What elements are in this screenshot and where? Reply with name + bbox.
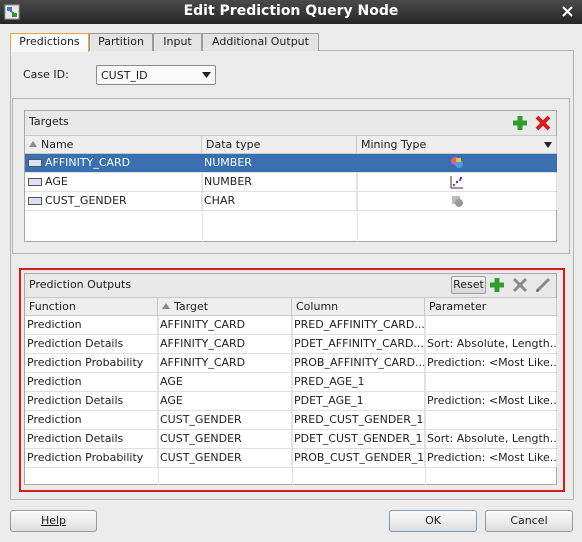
target-data-type: NUMBER [202,173,357,191]
output-target: AGE [158,373,292,391]
targets-panel: Targets Name Data type Mining Type AFFIN… [24,110,557,242]
col-parameter[interactable]: Parameter [425,298,557,316]
add-target-icon[interactable] [511,114,529,132]
target-data-type: CHAR [202,192,357,210]
target-mining-type [357,192,557,210]
target-name: AGE [45,175,68,188]
categorical-icon [452,196,463,207]
output-column: PROB_AFFINITY_CARD... [292,354,425,372]
output-function: Prediction [25,373,158,391]
output-target: CUST_GENDER [158,430,292,448]
output-target: AGE [158,392,292,410]
col-name[interactable]: Name [25,136,202,154]
tab-partition[interactable]: Partition [89,33,153,51]
output-parameter [425,373,557,391]
classification-icon [451,157,463,168]
outputs-column-header: Function Target Column Parameter [25,297,557,316]
col-column[interactable]: Column [292,298,425,316]
output-target: AFFINITY_CARD [158,335,292,353]
output-parameter: Sort: Absolute, Length... [425,430,557,448]
prediction-outputs-title: Prediction Outputs [29,278,132,291]
output-parameter: Prediction: <Most Like... [425,392,557,410]
output-column: PROB_CUST_GENDER_1 [292,449,425,467]
delete-output-icon[interactable] [511,276,529,294]
case-id-label: Case ID: [23,68,69,81]
help-button[interactable]: Help [10,510,97,532]
target-mining-type [357,154,557,172]
output-target: CUST_GENDER [158,411,292,429]
output-function: Prediction Probability [25,354,158,372]
output-column: PRED_AFFINITY_CARD... [292,316,425,334]
target-row[interactable]: CUST_GENDER CHAR [25,192,557,211]
tab-additional-output[interactable]: Additional Output [202,33,319,51]
add-output-icon[interactable] [488,276,506,294]
output-column: PDET_CUST_GENDER_1 [292,430,425,448]
col-data-type[interactable]: Data type [202,136,357,154]
output-function: Prediction [25,316,158,334]
cancel-button[interactable]: Cancel [485,510,573,532]
col-function[interactable]: Function [25,298,158,316]
target-row[interactable]: AFFINITY_CARD NUMBER [25,154,557,173]
edit-pencil-icon[interactable] [534,276,552,294]
output-row[interactable]: Prediction CUST_GENDER PRED_CUST_GENDER_1 [25,411,557,430]
output-row[interactable]: Prediction Details AFFINITY_CARD PDET_AFFI… [25,335,557,354]
output-target: CUST_GENDER [158,449,292,467]
title-bar: Edit Prediction Query Node [0,0,582,24]
target-mining-type [357,173,557,191]
case-id-value: CUST_ID [101,69,148,82]
output-function: Prediction Details [25,335,158,353]
target-name: AFFINITY_CARD [45,156,131,169]
tab-predictions[interactable]: Predictions [10,33,89,52]
target-name-cell: AGE [25,173,202,191]
prediction-outputs-panel: Prediction Outputs Reset Function Target… [24,273,557,485]
col-mining-type[interactable]: Mining Type [357,136,557,154]
output-row[interactable]: Prediction AGE PRED_AGE_1 [25,373,557,392]
output-row[interactable]: Prediction Probability AFFINITY_CARD PROB_… [25,354,557,373]
case-id-select[interactable]: CUST_ID [96,65,216,85]
output-column: PRED_AGE_1 [292,373,425,391]
output-row[interactable]: Prediction AFFINITY_CARD PRED_AFFINITY_CAR… [25,316,557,335]
output-function: Prediction Probability [25,449,158,467]
target-name: CUST_GENDER [45,194,127,207]
targets-title: Targets [29,115,69,128]
col-target[interactable]: Target [158,298,292,316]
output-target: AFFINITY_CARD [158,316,292,334]
output-parameter: Prediction: <Most Like... [425,449,557,467]
text-type-icon [28,159,42,167]
output-column: PDET_AGE_1 [292,392,425,410]
target-name-cell: AFFINITY_CARD [25,154,202,172]
chevron-down-icon [544,142,552,148]
output-function: Prediction Details [25,430,158,448]
window-title: Edit Prediction Query Node [183,3,399,19]
targets-column-header: Name Data type Mining Type [25,135,557,154]
target-data-type: NUMBER [202,154,357,172]
output-parameter: Sort: Absolute, Length... [425,335,557,353]
output-row[interactable]: Prediction Details CUST_GENDER PDET_CUST_G… [25,430,557,449]
output-column: PRED_CUST_GENDER_1 [292,411,425,429]
output-function: Prediction Details [25,392,158,410]
ok-button[interactable]: OK [389,510,477,532]
output-column: PDET_AFFINITY_CARD... [292,335,425,353]
targets-header: Targets [25,111,556,135]
target-row[interactable]: AGE NUMBER [25,173,557,192]
output-parameter [425,316,557,334]
tab-input[interactable]: Input [153,33,202,51]
reset-button[interactable]: Reset [451,276,486,294]
output-function: Prediction [25,411,158,429]
output-parameter [425,411,557,429]
output-row[interactable]: Prediction Probability CUST_GENDER PROB_CU… [25,449,557,468]
output-parameter: Prediction: <Most Like... [425,354,557,372]
target-name-cell: CUST_GENDER [25,192,202,210]
regression-icon [450,176,463,189]
chevron-down-icon [202,72,211,78]
output-target: AFFINITY_CARD [158,354,292,372]
delete-target-icon[interactable] [534,114,552,132]
output-row[interactable]: Prediction Details AGE PDET_AGE_1 Predictio… [25,392,557,411]
close-icon[interactable] [561,5,574,18]
sort-asc-icon [29,141,37,147]
text-type-icon [28,197,42,205]
prediction-outputs-header: Prediction Outputs Reset [25,274,556,297]
sort-asc-icon [162,303,170,309]
text-type-icon [28,178,42,186]
